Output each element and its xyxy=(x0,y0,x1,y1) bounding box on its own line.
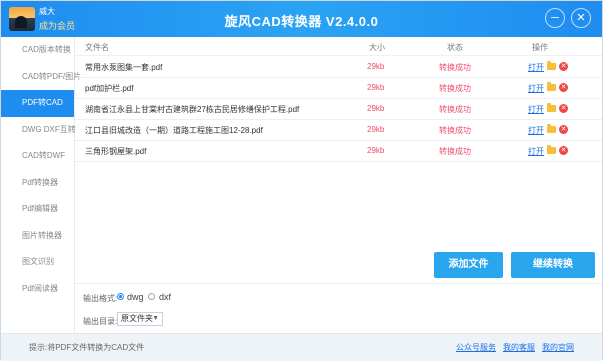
customer-service-link[interactable]: 我的客服 xyxy=(503,342,535,353)
sidebar-item-cad-version[interactable]: CAD版本转换 xyxy=(1,37,74,64)
file-size: 29kb xyxy=(367,83,385,92)
file-size: 29kb xyxy=(367,146,385,155)
status-badge: 转换成功 xyxy=(439,147,471,156)
sidebar-item-image-converter[interactable]: 图片转换器 xyxy=(1,223,74,250)
file-size: 29kb xyxy=(367,62,385,71)
divider xyxy=(75,283,602,284)
sidebar-item-cad-to-pdf[interactable]: CAD转PDF/图片 xyxy=(1,64,81,91)
status-badge: 转换成功 xyxy=(439,84,471,93)
status-badge: 转换成功 xyxy=(439,63,471,72)
table-row[interactable]: 江口县旧城改造（一期）道路工程施工图12-28.pdf 29kb 转换成功 打开… xyxy=(75,119,602,141)
table-row[interactable]: 湖南省江永县上甘棠村古建筑群27栋古民居修缮保护工程.pdf 29kb 转换成功… xyxy=(75,98,602,120)
close-button[interactable]: ✕ xyxy=(571,8,591,28)
file-name: 湖南省江永县上甘棠村古建筑群27栋古民居修缮保护工程.pdf xyxy=(85,105,300,114)
main-panel: 文件名 大小 状态 操作 常用水泵图集一套.pdf 29kb 转换成功 打开 ✕… xyxy=(75,37,602,333)
status-hint: 提示:将PDF文件转换为CAD文件 xyxy=(29,343,145,352)
file-table-header: 文件名 大小 状态 操作 xyxy=(75,37,602,56)
open-link[interactable]: 打开 xyxy=(528,83,544,94)
add-file-button[interactable]: 添加文件 xyxy=(434,252,503,278)
status-bar: 提示:将PDF文件转换为CAD文件 公众号服务 我的客服 我的官网 xyxy=(1,333,602,361)
title-bar: 威大 成为会员 旋风CAD转换器 V2.4.0.0 ─ ✕ xyxy=(1,1,602,37)
table-row[interactable]: 三角形钢屋架.pdf 29kb 转换成功 打开 ✕ xyxy=(75,140,602,162)
folder-icon[interactable] xyxy=(547,145,556,154)
folder-icon[interactable] xyxy=(547,82,556,91)
sidebar-item-ocr[interactable]: 图文识别 xyxy=(1,249,74,276)
format-dxf-label[interactable]: dxf xyxy=(159,292,171,302)
sidebar-item-pdf-to-cad[interactable]: PDF转CAD xyxy=(1,90,74,117)
format-dwg-label[interactable]: dwg xyxy=(127,292,144,302)
file-name: 三角形钢屋架.pdf xyxy=(85,147,147,156)
sidebar-item-dwg-dxf[interactable]: DWG DXF互转 xyxy=(1,117,76,144)
folder-icon[interactable] xyxy=(547,103,556,112)
header-filename: 文件名 xyxy=(85,43,109,52)
header-action: 操作 xyxy=(532,43,548,52)
folder-icon[interactable] xyxy=(547,61,556,70)
official-site-link[interactable]: 我的官网 xyxy=(542,342,574,353)
file-name: pdf加护栏.pdf xyxy=(85,84,134,93)
header-status: 状态 xyxy=(447,43,463,52)
status-badge: 转换成功 xyxy=(439,105,471,114)
minimize-button[interactable]: ─ xyxy=(545,8,565,28)
output-dir-value: 原文件夹 xyxy=(121,314,153,323)
open-link[interactable]: 打开 xyxy=(528,62,544,73)
folder-icon[interactable] xyxy=(547,124,556,133)
public-account-link[interactable]: 公众号服务 xyxy=(456,342,496,353)
app-title: 旋风CAD转换器 V2.4.0.0 xyxy=(224,14,379,29)
output-dir-select[interactable]: 原文件夹 ▼ xyxy=(117,312,163,326)
open-link[interactable]: 打开 xyxy=(528,104,544,115)
sidebar-item-pdf-converter[interactable]: Pdf转换器 xyxy=(1,170,74,197)
delete-icon[interactable]: ✕ xyxy=(559,83,568,92)
delete-icon[interactable]: ✕ xyxy=(559,62,568,71)
file-size: 29kb xyxy=(367,125,385,134)
table-row[interactable]: pdf加护栏.pdf 29kb 转换成功 打开 ✕ xyxy=(75,77,602,99)
format-dxf-radio[interactable] xyxy=(148,293,155,300)
header-size: 大小 xyxy=(369,43,385,52)
sidebar: CAD版本转换 CAD转PDF/图片 PDF转CAD DWG DXF互转 CAD… xyxy=(1,37,81,333)
output-format-label: 输出格式: xyxy=(83,294,118,303)
file-name: 江口县旧城改造（一期）道路工程施工图12-28.pdf xyxy=(85,126,263,135)
delete-icon[interactable]: ✕ xyxy=(559,125,568,134)
sidebar-item-pdf-reader[interactable]: Pdf阅读器 xyxy=(1,276,74,303)
app-window: 威大 成为会员 旋风CAD转换器 V2.4.0.0 ─ ✕ CAD版本转换 CA… xyxy=(0,0,603,361)
sidebar-item-pdf-editor[interactable]: Pdf编辑器 xyxy=(1,196,74,223)
table-row[interactable]: 常用水泵图集一套.pdf 29kb 转换成功 打开 ✕ xyxy=(75,56,602,78)
open-link[interactable]: 打开 xyxy=(528,146,544,157)
delete-icon[interactable]: ✕ xyxy=(559,104,568,113)
file-name: 常用水泵图集一套.pdf xyxy=(85,63,163,72)
sidebar-item-cad-to-dwf[interactable]: CAD转DWF xyxy=(1,143,74,170)
chevron-down-icon: ▼ xyxy=(152,315,159,322)
file-size: 29kb xyxy=(367,104,385,113)
open-link[interactable]: 打开 xyxy=(528,125,544,136)
status-badge: 转换成功 xyxy=(439,126,471,135)
delete-icon[interactable]: ✕ xyxy=(559,146,568,155)
continue-convert-button[interactable]: 继续转换 xyxy=(511,252,595,278)
format-dwg-radio[interactable] xyxy=(117,293,124,300)
output-dir-label: 输出目录: xyxy=(83,317,118,326)
